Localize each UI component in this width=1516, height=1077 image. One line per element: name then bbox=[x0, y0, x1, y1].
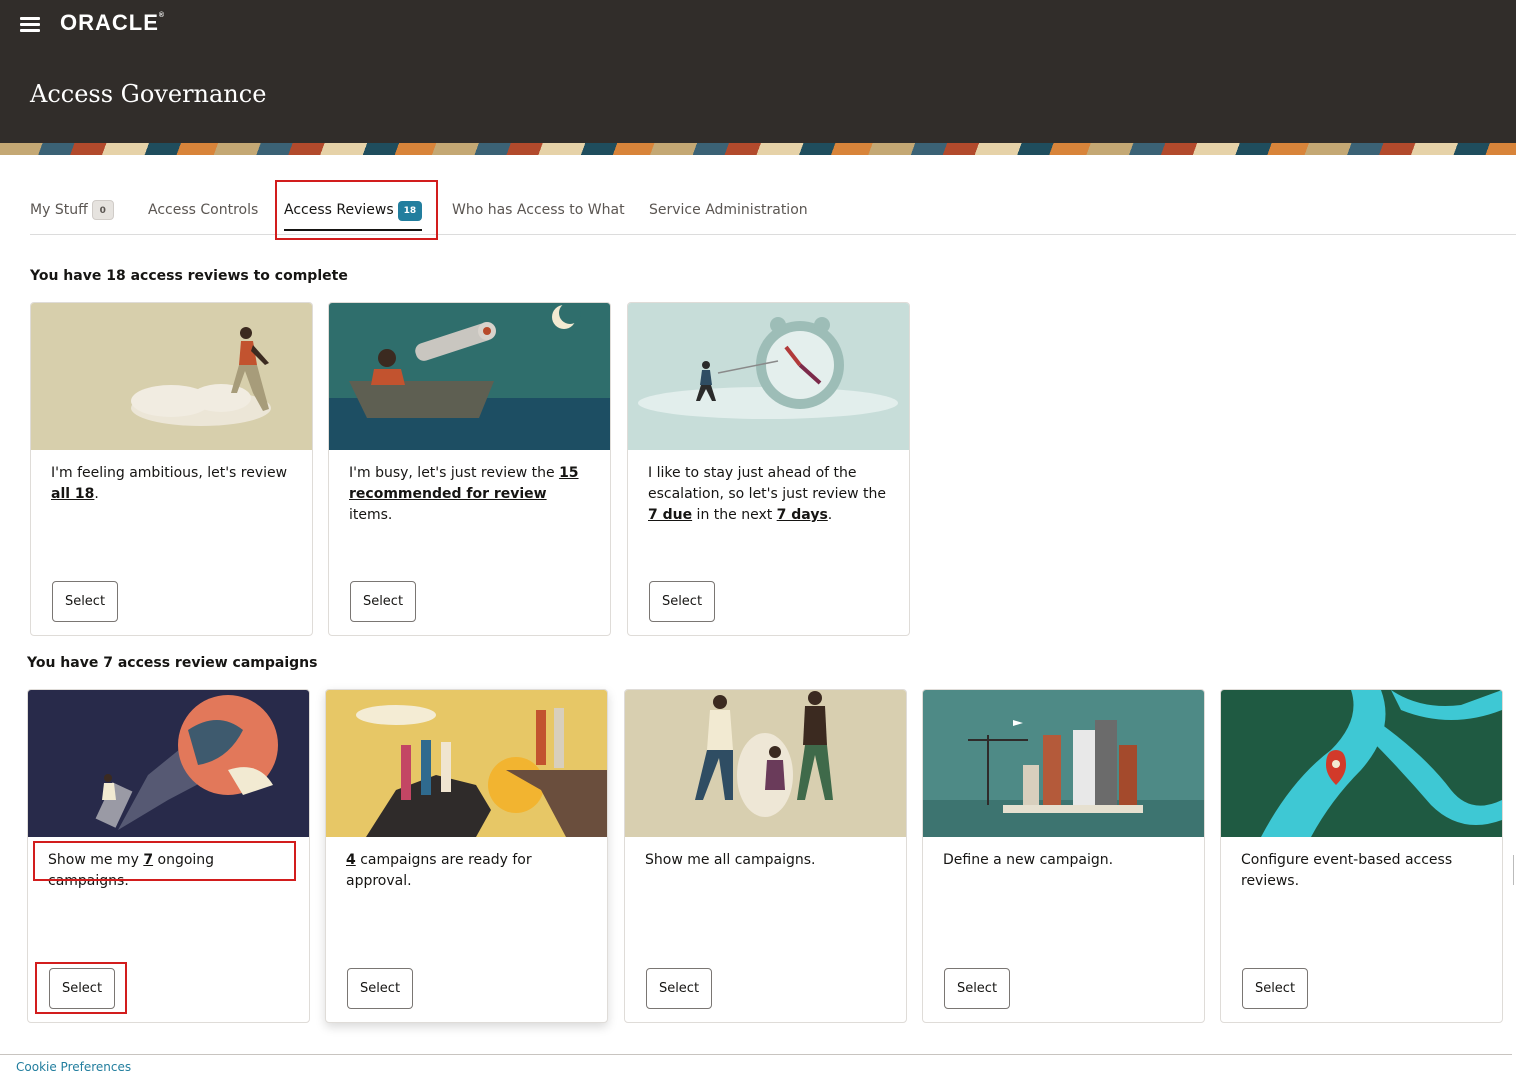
tab-who-has-access[interactable]: Who has Access to What bbox=[452, 195, 625, 229]
campaign-card-ongoing: Show me my 7 ongoing campaigns. Select bbox=[27, 689, 310, 1023]
tab-my-stuff[interactable]: My Stuff 0 bbox=[30, 195, 114, 229]
select-button[interactable]: Select bbox=[49, 968, 115, 1009]
tab-access-reviews[interactable]: Access Reviews 18 bbox=[284, 195, 423, 231]
cookie-preferences-link[interactable]: Cookie Preferences bbox=[16, 1060, 131, 1074]
people-cliff-hand-illustration bbox=[326, 690, 607, 837]
app-header: ORACLE® Access Governance bbox=[0, 0, 1516, 155]
card-description: I'm busy, let's just review the 15 recom… bbox=[349, 465, 579, 523]
select-button[interactable]: Select bbox=[649, 581, 715, 622]
count-badge: 18 bbox=[397, 201, 423, 221]
all-reviews-link[interactable]: all 18 bbox=[51, 486, 94, 502]
due-reviews-link[interactable]: 7 due bbox=[648, 507, 692, 523]
hamburger-menu-icon[interactable] bbox=[20, 15, 42, 33]
card-description: Show me my 7 ongoing campaigns. bbox=[48, 852, 215, 889]
active-tab-indicator bbox=[284, 229, 422, 231]
man-pulling-clock-illustration bbox=[628, 303, 909, 450]
approval-campaigns-link[interactable]: 4 bbox=[346, 852, 356, 868]
city-construction-illustration bbox=[923, 690, 1204, 837]
select-button[interactable]: Select bbox=[646, 968, 712, 1009]
review-card-recommended: I'm busy, let's just review the 15 recom… bbox=[328, 302, 611, 636]
card-description: I like to stay just ahead of the escalat… bbox=[648, 465, 886, 523]
woman-climbing-clouds-illustration bbox=[31, 303, 312, 450]
campaign-card-all: Show me all campaigns. Select bbox=[624, 689, 907, 1023]
oracle-logo[interactable]: ORACLE® bbox=[60, 10, 165, 36]
main-tabs: My Stuff 0 Access Controls Access Reviews… bbox=[30, 195, 1516, 235]
ongoing-campaigns-link[interactable]: 7 bbox=[143, 852, 153, 868]
select-button[interactable]: Select bbox=[350, 581, 416, 622]
river-map-pin-illustration bbox=[1221, 690, 1502, 837]
tab-service-administration[interactable]: Service Administration bbox=[649, 195, 808, 229]
select-button[interactable]: Select bbox=[347, 968, 413, 1009]
select-button[interactable]: Select bbox=[52, 581, 118, 622]
page-title: Access Governance bbox=[30, 80, 267, 108]
select-button[interactable]: Select bbox=[944, 968, 1010, 1009]
decorative-banner bbox=[0, 143, 1516, 155]
tab-access-controls[interactable]: Access Controls bbox=[148, 195, 258, 229]
footer-divider bbox=[0, 1054, 1512, 1055]
count-badge: 0 bbox=[91, 200, 114, 220]
campaign-card-define: Define a new campaign. Select bbox=[922, 689, 1205, 1023]
review-card-all: I'm feeling ambitious, let's review all … bbox=[30, 302, 313, 636]
campaign-card-event-based: Configure event-based access reviews. Se… bbox=[1220, 689, 1503, 1023]
card-description: 4 campaigns are ready for approval. bbox=[346, 852, 532, 889]
people-lifting-jar-illustration bbox=[625, 690, 906, 837]
flashlight-globe-illustration bbox=[28, 690, 309, 837]
campaigns-heading: You have 7 access review campaigns bbox=[27, 655, 318, 671]
card-description: Show me all campaigns. bbox=[645, 852, 816, 868]
days-link[interactable]: 7 days bbox=[777, 507, 828, 523]
card-description: Define a new campaign. bbox=[943, 852, 1114, 868]
select-button[interactable]: Select bbox=[1242, 968, 1308, 1009]
reviews-heading: You have 18 access reviews to complete bbox=[30, 268, 348, 284]
campaign-card-approval: 4 campaigns are ready for approval. Sele… bbox=[325, 689, 608, 1023]
card-description: I'm feeling ambitious, let's review all … bbox=[51, 465, 288, 502]
card-description: Configure event-based access reviews. bbox=[1241, 852, 1453, 889]
review-card-due: I like to stay just ahead of the escalat… bbox=[627, 302, 910, 636]
telescope-boat-moon-illustration bbox=[329, 303, 610, 450]
